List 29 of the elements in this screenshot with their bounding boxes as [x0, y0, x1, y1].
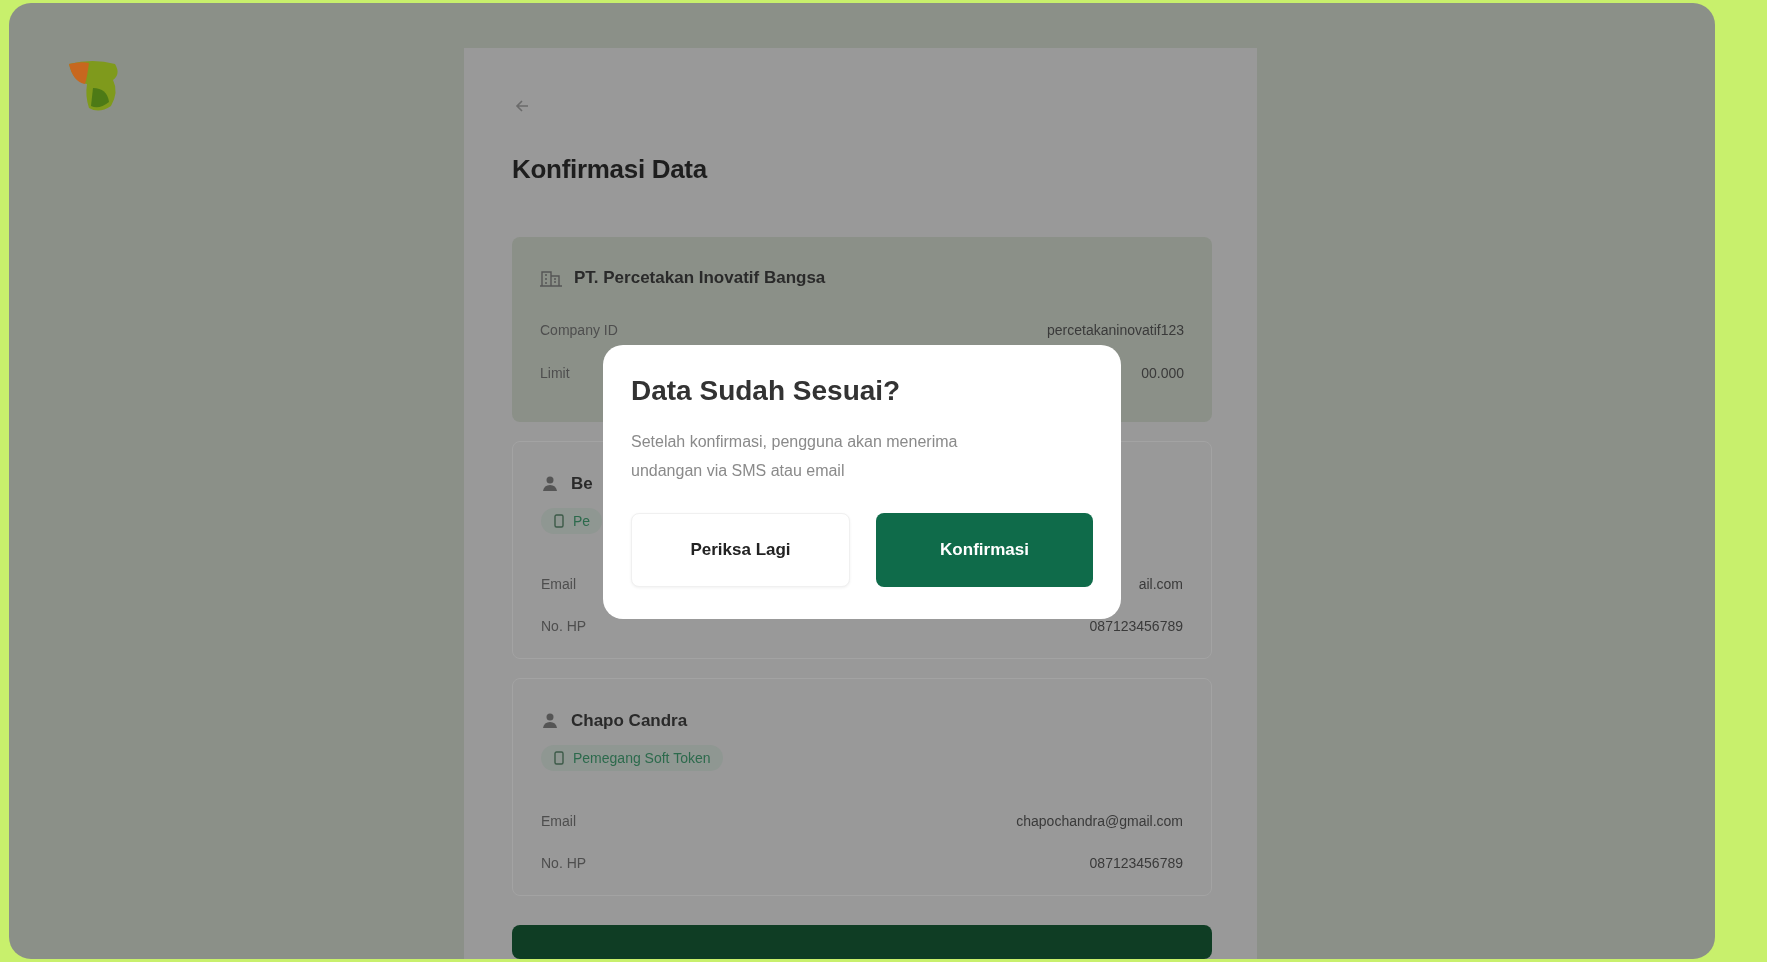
field-value: 087123456789	[1089, 618, 1183, 634]
review-button[interactable]: Periksa Lagi	[631, 513, 850, 587]
submit-button[interactable]	[512, 925, 1212, 959]
role-label: Pemegang Soft Token	[573, 750, 711, 766]
device-icon	[553, 514, 565, 528]
building-icon	[540, 269, 562, 287]
field-label: Limit	[540, 365, 570, 381]
person-icon	[541, 475, 559, 493]
dialog-message: Setelah konfirmasi, pengguna akan menerima undangan via SMS atau email	[631, 432, 959, 481]
user-name: Chapo Candra	[571, 711, 688, 731]
field-label: No. HP	[541, 618, 587, 634]
field-value: ail.com	[1138, 576, 1183, 592]
device-icon	[553, 751, 565, 765]
person-icon	[541, 712, 559, 730]
back-arrow-icon	[514, 98, 530, 114]
field-label: Email	[541, 813, 576, 829]
field-label: Company ID	[540, 322, 618, 338]
dialog-title: Data Sudah Sesuai?	[631, 375, 902, 407]
role-label: Pe	[573, 513, 591, 529]
page-title: Konfirmasi Data	[512, 154, 709, 185]
field-value: 00.000	[1141, 365, 1184, 381]
company-name: PT. Percetakan Inovatif Bangsa	[574, 268, 826, 288]
field-value: 087123456789	[1089, 855, 1183, 871]
field-label: Email	[541, 576, 576, 592]
field-value: chapochandra@gmail.com	[1016, 813, 1183, 829]
field-value: percetakaninovatif123	[1047, 322, 1184, 338]
user-name: Be	[571, 474, 593, 494]
field-label: No. HP	[541, 855, 587, 871]
confirm-button[interactable]: Konfirmasi	[876, 513, 1093, 587]
